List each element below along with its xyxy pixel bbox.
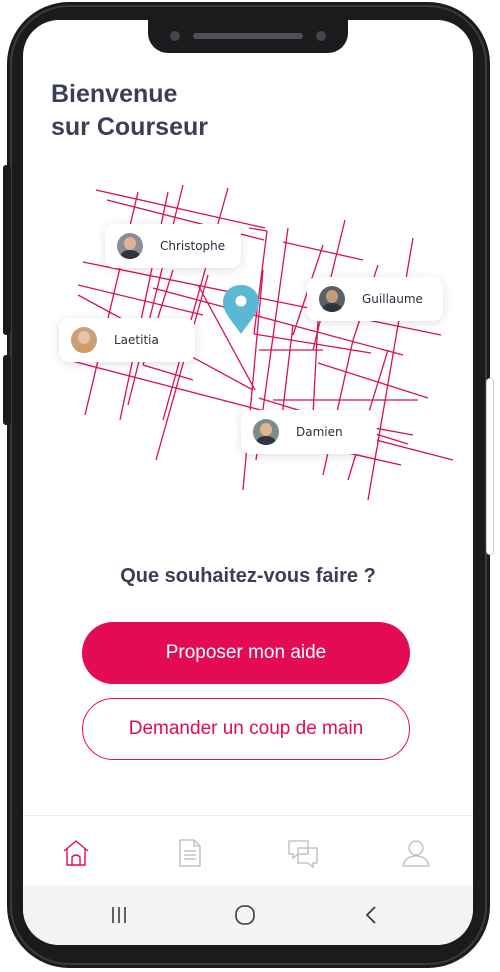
person-card-christophe[interactable]: Christophe [105,224,241,268]
volume-button [3,165,11,335]
home-icon [63,840,89,866]
tab-profile[interactable] [399,836,433,870]
bottom-tab-bar [23,815,473,886]
recent-apps-button[interactable] [107,903,131,927]
tab-messages[interactable] [286,836,320,870]
question-heading: Que souhaitez-vous faire ? [120,565,376,587]
person-name: Damien [296,425,343,439]
street-map [67,184,454,501]
back-icon [365,906,376,924]
tab-documents[interactable] [173,836,207,870]
avatar [117,233,143,259]
back-button[interactable] [360,903,384,927]
location-pin-icon[interactable] [223,285,259,334]
person-card-damien[interactable]: Damien [241,410,377,454]
app-screen: Bienvenue sur Courseur Christophe Guilla… [23,20,473,945]
avatar [71,327,97,353]
home-circle-icon [235,905,255,925]
system-navigation-bar [23,885,473,945]
person-card-guillaume[interactable]: Guillaume [307,277,443,321]
avatar [253,419,279,445]
recent-apps-icon [112,907,126,923]
side-scroll-handle[interactable] [486,378,494,555]
home-button[interactable] [233,903,257,927]
person-name: Guillaume [362,292,423,306]
person-card-laetitia[interactable]: Laetitia [59,318,195,362]
chat-icon [288,840,318,869]
user-icon [402,840,430,867]
person-name: Christophe [160,239,226,253]
ask-help-button[interactable]: Demander un coup de main [82,698,410,760]
tab-home[interactable] [59,836,93,870]
offer-help-button[interactable]: Proposer mon aide [82,622,410,684]
person-name: Laetitia [114,333,159,347]
avatar [319,286,345,312]
document-icon [179,839,201,867]
power-button [3,355,11,425]
